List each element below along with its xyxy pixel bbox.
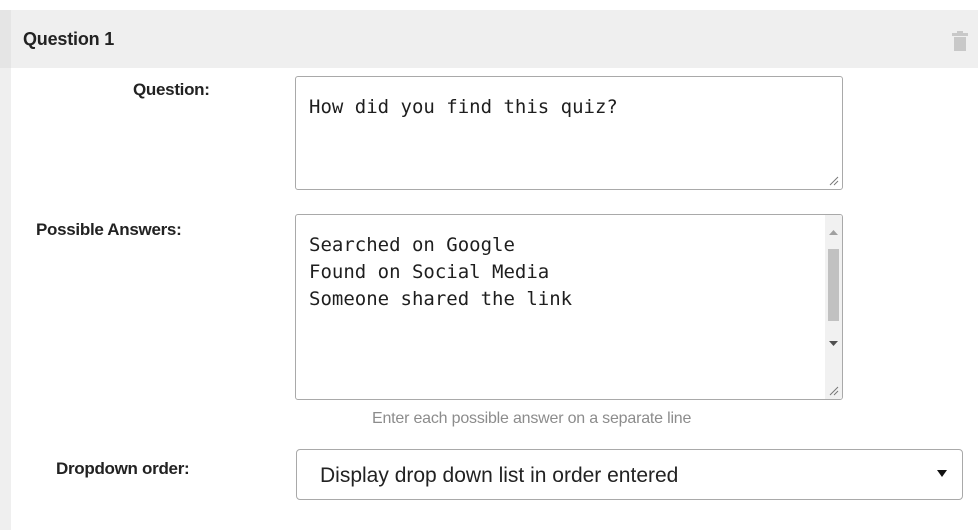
- resize-grip-icon[interactable]: [827, 384, 839, 396]
- possible-answers-textarea[interactable]: Searched on Google Found on Social Media…: [295, 214, 843, 400]
- scroll-up-arrow-icon[interactable]: [825, 224, 842, 241]
- question-label: Question:: [133, 80, 210, 99]
- answers-scrollbar[interactable]: [825, 215, 842, 399]
- left-border-strip: [0, 68, 11, 530]
- question-header: Question 1: [0, 10, 978, 68]
- dropdown-order-value: Display drop down list in order entered: [320, 464, 679, 487]
- scroll-thumb[interactable]: [828, 249, 839, 321]
- dropdown-order-select[interactable]: Display drop down list in order entered: [296, 449, 963, 500]
- scroll-down-arrow-icon[interactable]: [825, 335, 842, 352]
- possible-answers-text: Searched on Google Found on Social Media…: [309, 234, 573, 310]
- question-panel: Question 1 Question: How did you find th…: [0, 0, 978, 530]
- question-textarea[interactable]: How did you find this quiz?: [295, 76, 843, 190]
- dropdown-order-label: Dropdown order:: [56, 459, 190, 478]
- possible-answers-label: Possible Answers:: [36, 220, 182, 239]
- trash-icon[interactable]: [951, 30, 969, 52]
- answers-help-text: Enter each possible answer on a separate…: [372, 410, 692, 427]
- question-text: How did you find this quiz?: [309, 96, 618, 118]
- question-title: Question 1: [23, 29, 115, 49]
- resize-grip-icon[interactable]: [827, 174, 839, 186]
- caret-down-icon[interactable]: [936, 467, 948, 479]
